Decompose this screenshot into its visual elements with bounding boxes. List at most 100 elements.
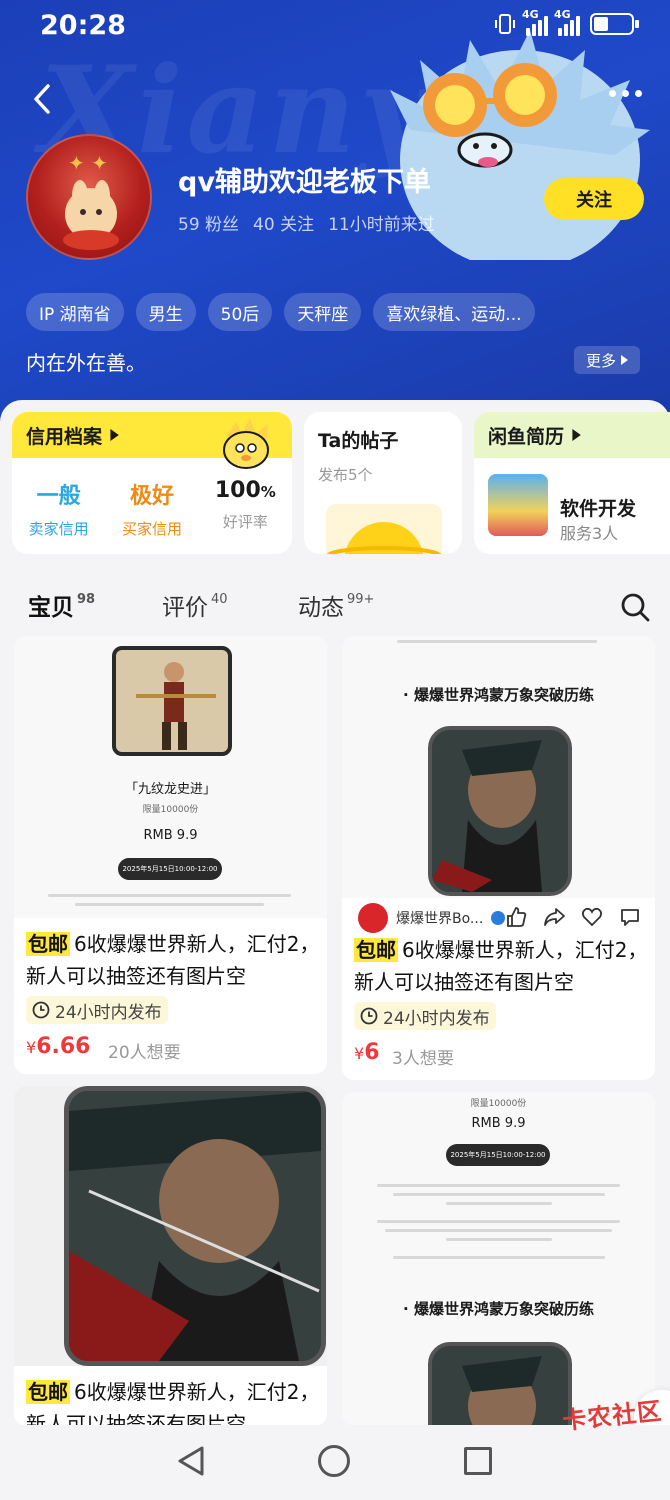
tab-items[interactable]: 宝贝 98 (28, 588, 95, 624)
shop-row[interactable]: 爆爆世界Bo... (342, 898, 655, 938)
clock-icon (32, 1001, 50, 1019)
bio: 内在外在善。 (26, 351, 146, 375)
vibrate-icon (495, 14, 515, 34)
profile-page: Xianyu 20:28 4G 4G ✦ ✦ qv辅助欢迎老板下单 59 粉丝 … (0, 0, 670, 1500)
planet-thumbnail (326, 504, 442, 554)
seller-credit-level: 一般 (36, 484, 81, 509)
comment-icon[interactable] (619, 906, 641, 928)
triangle-right-icon (621, 355, 628, 365)
image-date-pill: 2025年5月15日10:00-12:00 (446, 1144, 550, 1166)
product-image: 「九纹龙史进」 限量10000份 RMB 9.9 2025年5月15日10:00… (14, 636, 327, 918)
buyer-credit-level: 极好 (129, 484, 174, 509)
nav-home-icon[interactable] (318, 1445, 350, 1477)
product-card[interactable]: 「九纹龙史进」 限量10000份 RMB 9.9 2025年5月15日10:00… (14, 636, 327, 1074)
image-heading: · 爆爆世界鸿蒙万象突破历练 (403, 1300, 594, 1318)
product-price: ¥6.66 (26, 1034, 91, 1059)
image-heading: · 爆爆世界鸿蒙万象突破历练 (403, 686, 594, 704)
image-limit: 限量10000份 (470, 1099, 527, 1109)
image-limit: 限量10000份 (142, 805, 199, 815)
product-title: 包邮 6收爆爆世界新人，汇付2，新人可以抽签还有图片空 (26, 1380, 320, 1426)
product-image: · 爆爆世界鸿蒙万象突破历练 (342, 636, 655, 898)
profile-tags: IP 湖南省 男生 50后 天秤座 喜欢绿植、运动... (26, 293, 535, 331)
heart-icon[interactable] (581, 906, 603, 928)
shop-logo (358, 903, 388, 933)
clock: 20:28 (40, 10, 126, 41)
avatar-image: ✦ ✦ (63, 151, 119, 250)
search-icon[interactable] (620, 592, 650, 622)
more-label: 更多 (585, 351, 616, 370)
image-caption: 「九纹龙史进」 (124, 782, 216, 797)
image-text-lines (366, 1184, 631, 1265)
image-text-lines (372, 640, 622, 649)
last-seen: 11小时前来过 (328, 215, 435, 235)
product-card[interactable]: 包邮 6收爆爆世界新人，汇付2，新人可以抽签还有图片空 (14, 1086, 327, 1426)
want-count: 20人想要 (108, 1043, 181, 1063)
product-title: 包邮 6收爆爆世界新人，汇付2，新人可以抽签还有图片空 (354, 938, 648, 994)
share-icon[interactable] (543, 906, 565, 928)
tab-reviews[interactable]: 评价 40 (162, 588, 228, 622)
tab-activity[interactable]: 动态 99+ (298, 588, 374, 622)
fans-count[interactable]: 59 粉丝 (178, 210, 239, 235)
clock-icon (360, 1007, 378, 1025)
credit-title: 信用档案 (26, 425, 103, 448)
positive-rate: 100% (214, 478, 276, 503)
more-button[interactable]: 更多 (573, 346, 640, 374)
publish-time-tag: 24小时内发布 (26, 996, 168, 1024)
tag-ip: IP 湖南省 (26, 293, 124, 331)
signal-icon-2: 4G (554, 8, 580, 36)
posts-card[interactable]: Ta的帖子 发布5个 (304, 412, 462, 554)
image-price: RMB 9.9 (143, 828, 198, 843)
product-title: 包邮 6收爆爆世界新人，汇付2，新人可以抽签还有图片空 (26, 932, 320, 988)
nickname: qv辅助欢迎老板下单 (178, 167, 431, 198)
chick-mascot-icon (223, 418, 269, 469)
publish-time-tag: 24小时内发布 (354, 1002, 496, 1030)
posts-title: Ta的帖子 (318, 430, 399, 452)
more-options-icon[interactable] (609, 90, 642, 97)
follow-button[interactable]: 关注 (544, 178, 644, 220)
product-image: 限量10000份 RMB 9.9 2025年5月15日10:00-12:00 ·… (342, 1092, 655, 1426)
battery-icon (590, 13, 639, 35)
tag-zodiac: 天秤座 (284, 293, 362, 331)
triangle-right-icon (572, 429, 581, 441)
product-card[interactable]: 限量10000份 RMB 9.9 2025年5月15日10:00-12:00 ·… (342, 1092, 655, 1426)
image-text-lines (34, 894, 304, 912)
following-count[interactable]: 40 关注 (253, 210, 314, 235)
tag-gender: 男生 (135, 293, 196, 331)
image-price: RMB 9.9 (471, 1116, 526, 1131)
back-arrow-icon[interactable] (28, 82, 58, 116)
profile-stats: 59 粉丝 40 关注 11小时前来过 (178, 210, 435, 235)
image-date-pill: 2025年5月15日10:00-12:00 (118, 858, 222, 880)
svg-text:✦ ✦: ✦ ✦ (68, 151, 108, 175)
seller-credit-label: 卖家信用 (28, 520, 89, 538)
credit-card[interactable]: 信用档案 一般 卖家信用 极好 买家信用 100% 好评率 (12, 412, 292, 554)
profile-header: Xianyu 20:28 4G 4G ✦ ✦ qv辅助欢迎老板下单 59 粉丝 … (0, 0, 670, 430)
want-count: 3人想要 (392, 1049, 454, 1069)
content-sheet: 信用档案 一般 卖家信用 极好 买家信用 100% 好评率 Ta的帖子 发布5个… (0, 400, 670, 1500)
triangle-right-icon (110, 429, 119, 441)
post-actions (505, 906, 641, 928)
posts-count: 发布5个 (318, 466, 373, 484)
system-nav-bar (0, 1425, 670, 1500)
positive-rate-label: 好评率 (222, 513, 268, 531)
battery-level (594, 17, 609, 31)
service-count: 服务3人 (560, 524, 619, 543)
product-image (14, 1086, 327, 1366)
service-title: 软件开发 (560, 498, 637, 520)
like-icon[interactable] (505, 906, 527, 928)
status-bar: 20:28 4G 4G (0, 0, 670, 50)
tag-age: 50后 (207, 293, 273, 331)
content-tabs: 宝贝 98 评价 40 动态 99+ (0, 578, 670, 638)
signal-icon: 4G (522, 8, 548, 36)
nav-back-icon[interactable] (176, 1445, 208, 1477)
nav-recents-icon[interactable] (464, 1447, 492, 1475)
product-price: ¥6 (354, 1040, 380, 1065)
resume-title: 闲鱼简历 (488, 425, 565, 448)
product-card[interactable]: · 爆爆世界鸿蒙万象突破历练 爆爆世界Bo... 包邮 6收爆爆世界新人，汇付2，… (342, 636, 655, 1080)
shop-name: 爆爆世界Bo... (396, 911, 484, 927)
resume-card[interactable]: 闲鱼简历 软件开发 服务3人 (474, 412, 670, 554)
service-thumbnail (488, 474, 548, 536)
avatar[interactable]: ✦ ✦ (26, 134, 152, 260)
buyer-credit-label: 买家信用 (121, 520, 182, 538)
tag-hobby[interactable]: 喜欢绿植、运动... (373, 293, 535, 331)
verified-icon (491, 911, 506, 925)
